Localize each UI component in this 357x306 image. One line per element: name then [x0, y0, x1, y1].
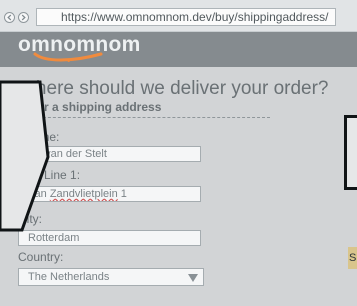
browser-screenshot: https://www.omnomnom.dev/buy/shippingadd… [0, 0, 357, 306]
address-line-1-label: ress Line 1: [18, 168, 81, 182]
address-line-1-prefix: Van [28, 188, 50, 200]
forward-button[interactable] [18, 12, 29, 23]
forward-icon [21, 14, 26, 21]
city-label: City: [18, 212, 42, 226]
address-line-1-suffix: 1 [117, 188, 127, 200]
city-input[interactable]: Rotterdam [18, 230, 201, 246]
right-callout-shape [344, 115, 357, 190]
browser-chrome: https://www.omnomnom.dev/buy/shippingadd… [0, 0, 357, 32]
section-heading: Enter a shipping address [18, 100, 162, 114]
cutoff-submit-label: S [349, 252, 357, 264]
country-label: Country: [18, 250, 64, 264]
section-divider [18, 117, 270, 118]
site-logo[interactable]: omnomnom [18, 33, 140, 65]
address-bar[interactable]: https://www.omnomnom.dev/buy/shippingadd… [36, 8, 336, 26]
site-header: omnomnom [0, 32, 357, 67]
page-title: Where should we deliver your order? [18, 78, 329, 99]
full-name-input[interactable]: ois van der Stelt [18, 146, 201, 162]
address-line-1-street: Zandvlietplein [49, 188, 118, 200]
address-line-1-input[interactable]: Van Zandvlietplein 1 [18, 186, 201, 202]
full-name-label: l Name: [18, 130, 60, 144]
country-selected-value: The Netherlands [28, 271, 110, 283]
logo-smile-icon [33, 52, 103, 62]
full-name-value: ois van der Stelt [28, 148, 107, 160]
back-icon [7, 14, 12, 21]
country-select[interactable]: The Netherlands [18, 268, 204, 286]
back-button[interactable] [4, 12, 15, 23]
chevron-down-icon [188, 274, 198, 282]
url-text: https://www.omnomnom.dev/buy/shippingadd… [61, 10, 329, 24]
city-value: Rotterdam [28, 232, 80, 244]
cutoff-submit-button[interactable]: S [348, 247, 357, 269]
